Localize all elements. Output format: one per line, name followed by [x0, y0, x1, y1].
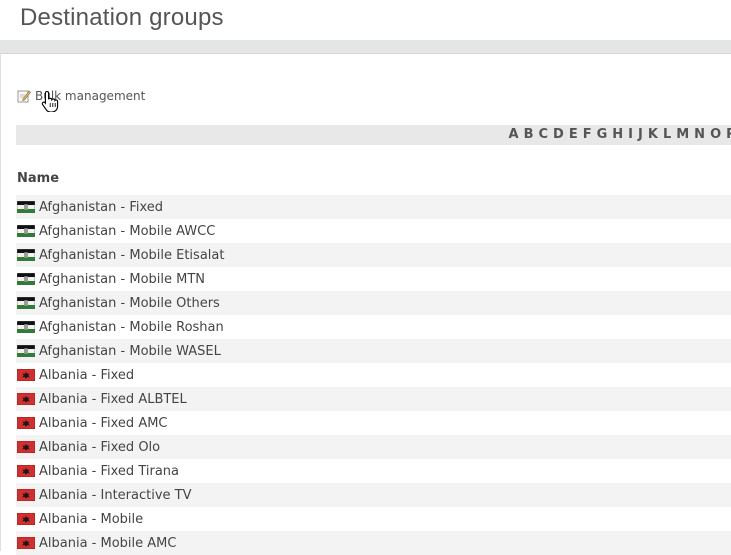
alphabet-letter-c[interactable]: C	[536, 125, 551, 145]
albania-flag-icon	[17, 465, 39, 477]
afghanistan-flag-icon	[17, 345, 39, 357]
albania-flag-icon	[17, 393, 39, 405]
alphabet-letter-e[interactable]: E	[566, 125, 580, 145]
destination-group-name[interactable]: Albania - Mobile AMC	[39, 536, 176, 551]
table-row[interactable]: Afghanistan - Mobile Others	[16, 291, 731, 315]
destination-group-name[interactable]: Afghanistan - Mobile WASEL	[39, 344, 221, 359]
alphabet-letter-g[interactable]: G	[594, 125, 610, 145]
table-row[interactable]: Afghanistan - Mobile Etisalat	[16, 243, 731, 267]
alphabet-letter-l[interactable]: L	[660, 125, 673, 145]
afghanistan-flag-icon	[17, 201, 39, 213]
edit-icon	[17, 89, 31, 103]
table-row[interactable]: Afghanistan - Fixed	[16, 195, 731, 219]
table-row[interactable]: Albania - Fixed	[16, 363, 731, 387]
alphabet-letter-n[interactable]: N	[692, 125, 708, 145]
destination-group-name[interactable]: Albania - Mobile	[39, 512, 143, 527]
afghanistan-flag-icon	[17, 297, 39, 309]
afghanistan-flag-icon	[17, 321, 39, 333]
alphabet-letter-a[interactable]: A	[506, 125, 521, 145]
table-row[interactable]: Albania - Mobile AMC	[16, 531, 731, 555]
table-row[interactable]: Albania - Fixed Olo	[16, 435, 731, 459]
table-row[interactable]: Afghanistan - Mobile WASEL	[16, 339, 731, 363]
alphabet-letter-k[interactable]: K	[645, 125, 660, 145]
albania-flag-icon	[17, 513, 39, 525]
albania-flag-icon	[17, 489, 39, 501]
destination-group-name[interactable]: Albania - Fixed	[39, 368, 134, 383]
destination-group-name[interactable]: Afghanistan - Fixed	[39, 200, 163, 215]
column-header-name[interactable]: Name	[17, 171, 59, 186]
albania-flag-icon	[17, 537, 39, 549]
destination-group-name[interactable]: Albania - Interactive TV	[39, 488, 192, 503]
hand-cursor-icon	[41, 90, 59, 116]
alphabet-letter-f[interactable]: F	[580, 125, 594, 145]
table-row[interactable]: Albania - Mobile	[16, 507, 731, 531]
alphabet-letter-m[interactable]: M	[674, 125, 692, 145]
albania-flag-icon	[17, 417, 39, 429]
afghanistan-flag-icon	[17, 273, 39, 285]
afghanistan-flag-icon	[17, 225, 39, 237]
alphabet-letter-i[interactable]: I	[626, 125, 636, 145]
table-row[interactable]: Afghanistan - Mobile AWCC	[16, 219, 731, 243]
destination-group-name[interactable]: Afghanistan - Mobile Etisalat	[39, 248, 224, 263]
destination-group-name[interactable]: Afghanistan - Mobile Roshan	[39, 320, 224, 335]
table-row[interactable]: Afghanistan - Mobile Roshan	[16, 315, 731, 339]
albania-flag-icon	[17, 441, 39, 453]
alphabet-letter-d[interactable]: D	[551, 125, 567, 145]
table-row[interactable]: Albania - Fixed AMC	[16, 411, 731, 435]
alphabet-letter-b[interactable]: B	[521, 125, 536, 145]
alphabet-letters: ABCDEFGHIJKLMNOPQR	[506, 125, 731, 145]
destination-group-name[interactable]: Albania - Fixed Tirana	[39, 464, 179, 479]
destination-group-name[interactable]: Afghanistan - Mobile MTN	[39, 272, 205, 287]
destination-group-name[interactable]: Albania - Fixed AMC	[39, 416, 168, 431]
alphabet-letter-h[interactable]: H	[610, 125, 626, 145]
alphabet-letter-o[interactable]: O	[708, 125, 724, 145]
alphabet-filter-bar: ABCDEFGHIJKLMNOPQR	[16, 125, 731, 145]
bulk-management-link[interactable]: Bulk management	[17, 88, 145, 104]
alphabet-letter-j[interactable]: J	[636, 125, 646, 145]
destination-group-name[interactable]: Albania - Fixed ALBTEL	[39, 392, 187, 407]
destination-group-name[interactable]: Afghanistan - Mobile AWCC	[39, 224, 215, 239]
page-title: Destination groups	[20, 4, 224, 31]
destination-group-name[interactable]: Albania - Fixed Olo	[39, 440, 160, 455]
table-row[interactable]: Albania - Fixed Tirana	[16, 459, 731, 483]
table-row[interactable]: Albania - Interactive TV	[16, 483, 731, 507]
afghanistan-flag-icon	[17, 249, 39, 261]
table-row[interactable]: Albania - Fixed ALBTEL	[16, 387, 731, 411]
destination-groups-table: Afghanistan - Fixed Afghanistan - Mobile …	[16, 195, 731, 555]
table-row[interactable]: Afghanistan - Mobile MTN	[16, 267, 731, 291]
albania-flag-icon	[17, 369, 39, 381]
header-bar	[0, 40, 731, 54]
alphabet-letter-p[interactable]: P	[724, 125, 731, 145]
destination-group-name[interactable]: Afghanistan - Mobile Others	[39, 296, 220, 311]
